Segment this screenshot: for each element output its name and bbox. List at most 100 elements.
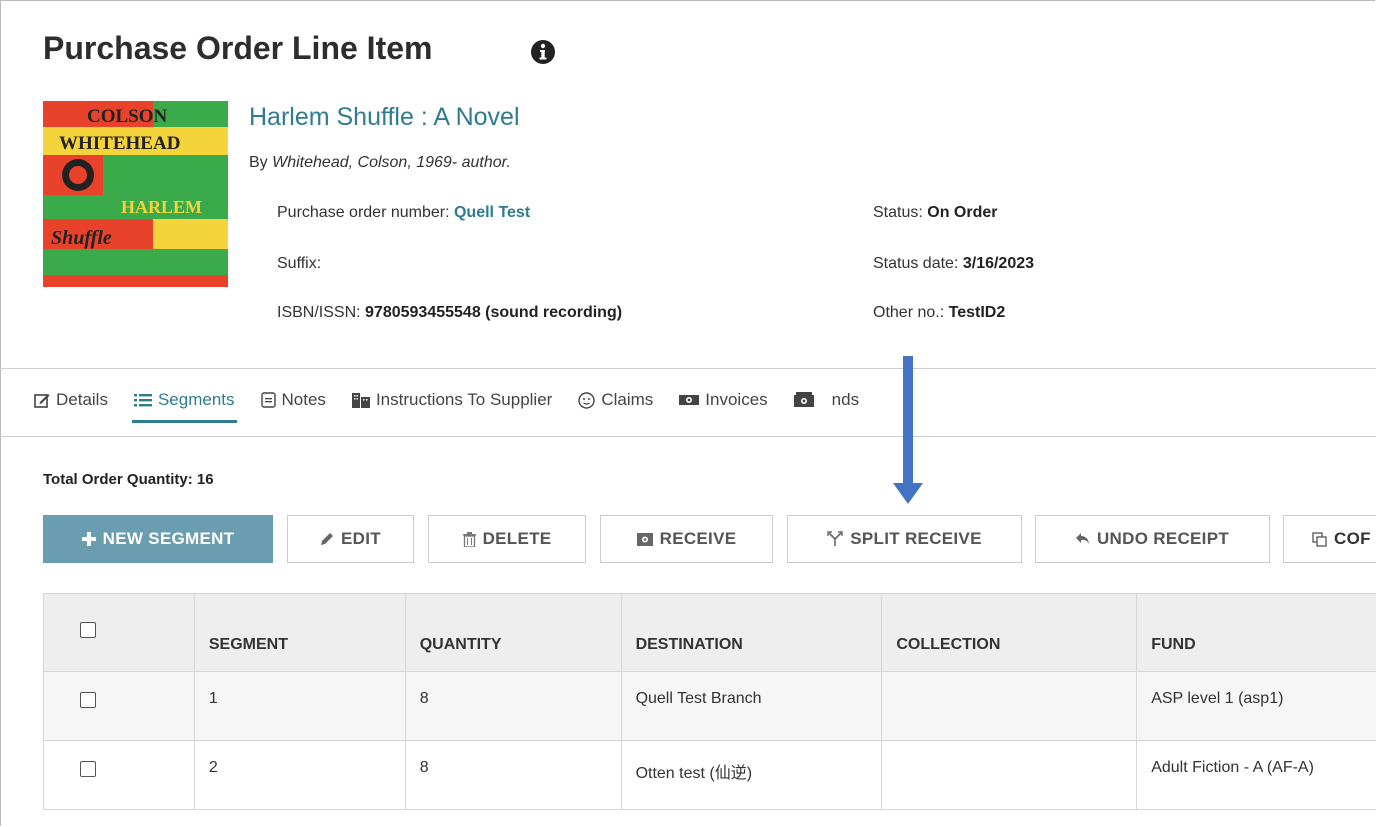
book-title-link[interactable]: Harlem Shuffle : A Novel [249, 103, 520, 132]
tab-bar: Details Segments Notes Instructions To S… [32, 385, 883, 425]
select-all-cell [43, 593, 195, 672]
status-value: On Order [927, 204, 998, 221]
delete-label: DELETE [482, 529, 552, 548]
svg-text:Shuffle: Shuffle [51, 227, 112, 249]
building-icon [351, 393, 370, 408]
pencil-icon [321, 533, 334, 545]
new-segment-button[interactable]: NEW SEGMENT [43, 515, 273, 563]
status-label: Status: [873, 204, 923, 221]
trash-icon [462, 531, 476, 547]
undo-receipt-label: UNDO RECEIPT [1096, 529, 1230, 548]
table-row[interactable]: 2 8 Otten test (仙逆) Adult Fiction - A (A… [43, 740, 1376, 810]
split-receive-button[interactable]: SPLIT RECEIVE [787, 515, 1022, 563]
tab-funds-label: nds [831, 390, 860, 409]
edit-icon [34, 394, 50, 408]
other-number-value: TestID2 [948, 304, 1006, 321]
undo-icon [1075, 533, 1089, 544]
isbn-label: ISBN/ISSN: [277, 304, 361, 321]
copy-icon [1312, 531, 1327, 547]
copy-button[interactable]: COF [1283, 515, 1376, 563]
page-title: Purchase Order Line Item [43, 30, 433, 66]
suffix-row: Suffix: [277, 255, 321, 273]
row-checkbox[interactable] [80, 761, 96, 777]
column-header-fund[interactable]: FUND [1136, 593, 1376, 672]
other-number-label: Other no.: [873, 304, 945, 321]
edit-label: EDIT [341, 529, 381, 548]
tab-invoices[interactable]: Invoices [677, 385, 769, 415]
suffix-label: Suffix: [277, 255, 322, 272]
isbn-value: 9780593455548 (sound recording) [365, 304, 623, 321]
tab-notes[interactable]: Notes [259, 385, 328, 415]
po-number-link[interactable]: Quell Test [454, 204, 530, 221]
split-receive-label: SPLIT RECEIVE [850, 529, 982, 548]
table-header-row: SEGMENT QUANTITY DESTINATION COLLECTION … [43, 593, 1376, 672]
tab-details-label: Details [56, 390, 108, 409]
annotation-arrow [893, 356, 923, 504]
svg-text:HARLEM: HARLEM [121, 197, 202, 217]
segments-table: SEGMENT QUANTITY DESTINATION COLLECTION … [43, 593, 1376, 810]
svg-text:WHITEHEAD: WHITEHEAD [59, 133, 180, 154]
quantity-cell: 8 [404, 671, 622, 741]
author-name: Whitehead, Colson, 1969- author. [272, 154, 511, 171]
status-date-label: Status date: [873, 255, 959, 272]
tab-claims-label: Claims [601, 390, 654, 409]
receive-label: RECEIVE [659, 529, 737, 548]
tab-claims[interactable]: Claims [576, 385, 655, 415]
row-checkbox[interactable] [80, 692, 96, 708]
row-select-cell [43, 671, 195, 741]
status-date-row: Status date: 3/16/2023 [873, 255, 1034, 273]
tab-segments[interactable]: Segments [131, 385, 237, 423]
byline: By Whitehead, Colson, 1969- author. [249, 154, 511, 172]
info-circle-icon[interactable] [530, 39, 556, 65]
tab-funds[interactable]: nds [792, 385, 861, 415]
tab-segments-label: Segments [157, 390, 235, 409]
segment-cell: 1 [193, 671, 406, 741]
divider-top [0, 368, 1376, 369]
quantity-cell: 8 [404, 740, 622, 810]
po-number-label: Purchase order number: [277, 204, 450, 221]
undo-receipt-button[interactable]: UNDO RECEIPT [1035, 515, 1270, 563]
receive-box-icon [636, 533, 653, 546]
table-row[interactable]: 1 8 Quell Test Branch ASP level 1 (asp1) [43, 671, 1376, 741]
status-date-value: 3/16/2023 [962, 255, 1035, 272]
tab-invoices-label: Invoices [705, 390, 768, 409]
fund-cell: ASP level 1 (asp1) [1136, 671, 1376, 741]
fund-cell: Adult Fiction - A (AF-A) [1136, 740, 1376, 810]
column-header-collection[interactable]: COLLECTION [881, 593, 1138, 672]
tab-details[interactable]: Details [32, 385, 110, 415]
fund-icon [793, 392, 814, 407]
byline-prefix: By [249, 154, 268, 171]
destination-cell: Quell Test Branch [620, 671, 883, 741]
other-number-row: Other no.: TestID2 [873, 304, 1005, 322]
list-icon [133, 394, 152, 407]
collection-cell [881, 671, 1138, 741]
row-select-cell [43, 740, 195, 810]
po-number-row: Purchase order number: Quell Test [277, 204, 530, 222]
isbn-row: ISBN/ISSN: 9780593455548 (sound recordin… [277, 304, 622, 322]
delete-button[interactable]: DELETE [428, 515, 586, 563]
tab-instructions-label: Instructions To Supplier [375, 390, 553, 409]
copy-label: COF [1334, 529, 1371, 548]
status-row: Status: On Order [873, 204, 998, 222]
destination-cell: Otten test (仙逆) [620, 740, 883, 810]
new-segment-label: NEW SEGMENT [102, 529, 235, 548]
svg-text:COLSON: COLSON [87, 106, 168, 127]
select-all-checkbox[interactable] [80, 622, 96, 638]
tab-notes-label: Notes [281, 390, 326, 409]
collection-cell [881, 740, 1138, 810]
note-icon [260, 392, 276, 408]
divider-tabs [0, 436, 1376, 437]
money-icon [679, 395, 700, 405]
segment-cell: 2 [193, 740, 406, 810]
face-icon [578, 391, 596, 409]
split-icon [827, 531, 843, 546]
book-cover-image: COLSON WHITEHEAD HARLEM Shuffle [43, 101, 228, 287]
total-order-quantity: Total Order Quantity: 16 [43, 471, 214, 488]
plus-icon [81, 532, 96, 546]
edit-button[interactable]: EDIT [287, 515, 414, 563]
column-header-destination[interactable]: DESTINATION [620, 593, 883, 672]
receive-button[interactable]: RECEIVE [600, 515, 773, 563]
column-header-segment[interactable]: SEGMENT [193, 593, 406, 672]
tab-instructions-to-supplier[interactable]: Instructions To Supplier [350, 385, 554, 415]
column-header-quantity[interactable]: QUANTITY [404, 593, 622, 672]
